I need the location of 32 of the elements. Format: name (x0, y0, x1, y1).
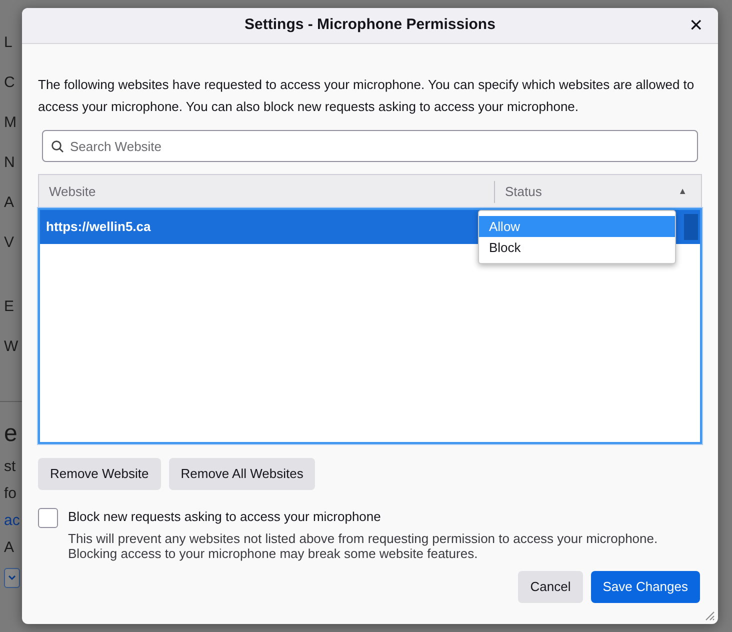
chevron-icon (8, 575, 16, 581)
checkbox[interactable] (38, 508, 58, 528)
page-text: M (4, 113, 16, 133)
column-header[interactable]: Status (495, 182, 678, 202)
page-text: L (4, 33, 12, 53)
search-field[interactable]: Search Website (42, 130, 698, 162)
save-button[interactable]: Save Changes (590, 571, 700, 603)
remove-button[interactable]: Remove Website (38, 458, 161, 490)
page-text: A (4, 538, 14, 558)
page-dropdown[interactable] (4, 568, 20, 588)
close-button[interactable]: ✕ (684, 14, 708, 38)
page-text: fo (4, 484, 17, 504)
checkbox-label[interactable]: Block new requests asking to access your microphone (68, 508, 381, 526)
resize-grip-icon (704, 610, 715, 621)
page-text: N (4, 153, 15, 173)
page-text: V (4, 233, 14, 253)
window-title: Settings - Microphone Permissions (244, 15, 496, 36)
description: The following websites have requested to access your microphone. You can specify which websites are allowed to access your microphone. You can also block new requests asking to access your microphone. (38, 76, 696, 116)
page-text: E (4, 297, 14, 317)
column-header[interactable]: Website (39, 182, 494, 202)
remove-button[interactable]: Remove All Websites (168, 458, 316, 490)
page-text: st (4, 457, 16, 477)
table-cell-text: https://wellin5.ca (46, 218, 151, 236)
status-cell[interactable] (684, 214, 698, 240)
checkbox-note: This will prevent any websites not listed above from requesting permission to access your microphone. Blocking access to your microphone may break some website features. (68, 531, 659, 561)
page-text: W (4, 337, 18, 357)
page-text: A (4, 193, 14, 213)
page-text: C (4, 73, 15, 93)
search-icon (51, 140, 64, 153)
section-heading: e (4, 420, 18, 448)
cancel-button[interactable]: Cancel (518, 571, 583, 603)
sort-arrow-icon: ▲ (678, 184, 687, 198)
